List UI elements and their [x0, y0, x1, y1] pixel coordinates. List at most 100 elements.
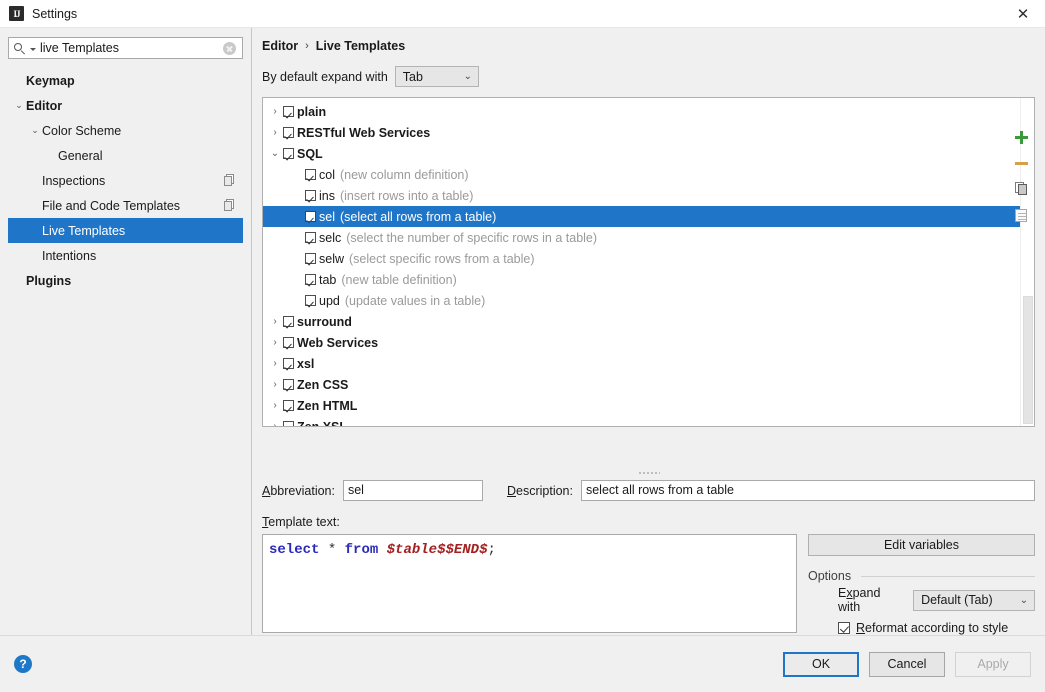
reformat-checkbox-row[interactable]: Reformat according to style	[838, 621, 1035, 635]
template-checkbox[interactable]	[283, 106, 294, 117]
description-input[interactable]: select all rows from a table	[581, 480, 1035, 501]
template-checkbox[interactable]	[283, 379, 294, 390]
chevron-right-icon[interactable]: ›	[267, 379, 283, 390]
close-icon[interactable]: ✕	[1001, 0, 1045, 28]
template-checkbox[interactable]	[305, 169, 316, 180]
template-description: (update values in a table)	[345, 294, 485, 308]
template-name: RESTful Web Services	[297, 126, 430, 140]
sidebar-item-keymap[interactable]: Keymap	[8, 68, 243, 93]
panel-splitter[interactable]	[262, 468, 1035, 477]
chevron-right-icon[interactable]: ›	[267, 127, 283, 138]
template-tree-row[interactable]: ins(insert rows into a table)	[263, 185, 1020, 206]
cancel-button[interactable]: Cancel	[869, 652, 945, 677]
template-tree-row[interactable]: sel(select all rows from a table)	[263, 206, 1020, 227]
template-tree-row[interactable]: col(new column definition)	[263, 164, 1020, 185]
chevron-right-icon[interactable]: ›	[267, 421, 283, 427]
breadcrumb-current: Live Templates	[316, 39, 405, 53]
window-title: Settings	[32, 7, 77, 21]
template-tree-row[interactable]: tab(new table definition)	[263, 269, 1020, 290]
expand-with-select[interactable]: Default (Tab) ⌄	[913, 590, 1035, 611]
chevron-right-icon[interactable]: ›	[267, 337, 283, 348]
chevron-right-icon[interactable]: ›	[267, 400, 283, 411]
template-checkbox[interactable]	[283, 316, 294, 327]
template-tree-row[interactable]: selc (select the number of specific rows …	[263, 227, 1020, 248]
template-tree-row[interactable]: ⌄SQL	[263, 143, 1020, 164]
search-filter-chevron-icon[interactable]	[30, 48, 36, 51]
template-tree-row[interactable]: upd(update values in a table)	[263, 290, 1020, 311]
clear-icon[interactable]	[223, 42, 236, 55]
template-checkbox[interactable]	[283, 358, 294, 369]
remove-button[interactable]	[1007, 150, 1035, 176]
template-tree-row[interactable]: ›xsl	[263, 353, 1020, 374]
sidebar-item-plugins[interactable]: Plugins	[8, 268, 243, 293]
template-checkbox[interactable]	[283, 421, 294, 427]
chevron-down-icon[interactable]: ⌄	[28, 125, 42, 136]
ok-button[interactable]: OK	[783, 652, 859, 677]
options-group-title: Options	[808, 569, 857, 583]
copy-icon[interactable]	[224, 174, 235, 186]
chevron-down-icon[interactable]: ⌄	[12, 100, 26, 111]
sidebar-item-label: Editor	[26, 99, 62, 113]
template-tree-row[interactable]: ›Zen HTML	[263, 395, 1020, 416]
search-input-value: live Templates	[40, 38, 223, 58]
code-keyword-select: select	[269, 542, 319, 558]
help-icon[interactable]: ?	[14, 655, 32, 673]
chevron-right-icon[interactable]: ›	[267, 358, 283, 369]
reformat-checkbox[interactable]	[838, 622, 850, 634]
add-button[interactable]	[1007, 124, 1035, 150]
template-tree-row[interactable]: selw(select specific rows from a table)	[263, 248, 1020, 269]
search-input[interactable]: live Templates	[8, 37, 243, 59]
template-checkbox[interactable]	[283, 127, 294, 138]
chevron-down-icon[interactable]: ⌄	[267, 148, 283, 159]
template-name: Web Services	[297, 336, 378, 350]
live-templates-page: Editor › Live Templates By default expan…	[252, 28, 1045, 663]
sidebar-item-label: Intentions	[42, 249, 96, 263]
expand-with-label: Expand with	[838, 586, 906, 614]
template-checkbox[interactable]	[305, 211, 316, 222]
template-tree-row[interactable]: › RESTful Web Services	[263, 122, 1020, 143]
sidebar-item-label: Plugins	[26, 274, 71, 288]
template-text-label: Template text:	[262, 515, 1035, 529]
template-checkbox[interactable]	[305, 253, 316, 264]
change-context-button[interactable]	[1007, 202, 1035, 228]
template-checkbox[interactable]	[305, 190, 316, 201]
template-checkbox[interactable]	[283, 337, 294, 348]
templates-tree-panel: › plain › RESTful Web Services ⌄SQLcol(new c…	[262, 97, 1035, 427]
chevron-right-icon[interactable]: ›	[267, 106, 283, 117]
template-tree-row[interactable]: ›Zen XSL	[263, 416, 1020, 427]
chevron-down-icon: ⌄	[458, 71, 478, 82]
template-checkbox[interactable]	[305, 232, 316, 243]
chevron-right-icon[interactable]: ›	[267, 316, 283, 327]
duplicate-button[interactable]	[1007, 176, 1035, 202]
template-checkbox[interactable]	[283, 400, 294, 411]
copy-icon[interactable]	[224, 199, 235, 211]
abbreviation-input[interactable]: sel	[343, 480, 483, 501]
template-tree-row[interactable]: › Web Services	[263, 332, 1020, 353]
template-name: sel	[319, 210, 335, 224]
templates-toolbar	[1007, 124, 1035, 228]
template-checkbox[interactable]	[305, 295, 316, 306]
sidebar-item-color-scheme[interactable]: ⌄Color Scheme	[8, 118, 243, 143]
template-name: selw	[319, 252, 344, 266]
sidebar-item-file-and-code-templates[interactable]: File and Code Templates	[8, 193, 243, 218]
sidebar-item-inspections[interactable]: Inspections	[8, 168, 243, 193]
breadcrumb-parent[interactable]: Editor	[262, 39, 298, 53]
default-expand-select[interactable]: Tab ⌄	[395, 66, 479, 87]
scrollbar-thumb[interactable]	[1023, 296, 1033, 424]
edit-variables-button[interactable]: Edit variables	[808, 534, 1035, 556]
template-text-editor[interactable]: select * from $table$$END$;	[262, 534, 797, 633]
sidebar-item-editor[interactable]: ⌄Editor	[8, 93, 243, 118]
sidebar-item-live-templates[interactable]: Live Templates	[8, 218, 243, 243]
settings-tree: Keymap⌄Editor⌄Color SchemeGeneralInspect…	[8, 68, 243, 293]
template-tree-row[interactable]: › plain	[263, 101, 1020, 122]
template-checkbox[interactable]	[283, 148, 294, 159]
template-name: plain	[297, 105, 326, 119]
template-tree-row[interactable]: ›surround	[263, 311, 1020, 332]
template-tree-row[interactable]: ›Zen CSS	[263, 374, 1020, 395]
template-description: (select the number of specific rows in a…	[346, 231, 597, 245]
sidebar-item-label: Inspections	[42, 174, 105, 188]
sidebar-item-general[interactable]: General	[8, 143, 243, 168]
sidebar-item-intentions[interactable]: Intentions	[8, 243, 243, 268]
template-name: selc	[319, 231, 341, 245]
template-checkbox[interactable]	[305, 274, 316, 285]
